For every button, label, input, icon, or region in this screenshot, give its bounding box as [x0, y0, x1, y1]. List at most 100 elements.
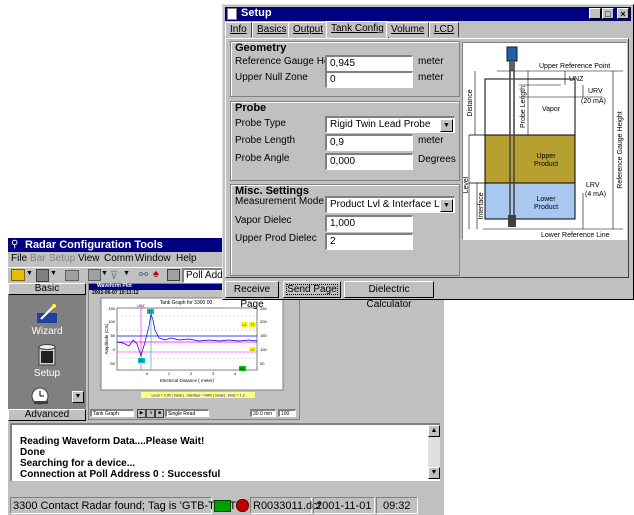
probe-length-label: Probe Length [235, 135, 296, 146]
misc-settings-group: Misc. Settings Measurement Mode Product … [230, 184, 460, 276]
sidebar-advanced-button[interactable]: Advanced [8, 409, 86, 421]
status-message: 3300 Contact Radar found; Tag is 'GTB-TE… [13, 500, 239, 512]
save-disk-icon[interactable] [36, 269, 49, 282]
menu-file[interactable]: File [11, 253, 27, 264]
log-panel: Reading Waveform Data....Please Wait! Do… [8, 421, 444, 485]
lower-product-label-2: Product [534, 204, 558, 211]
probe-title: Probe [235, 102, 267, 114]
stop-icon[interactable]: ♠ [153, 268, 159, 280]
maximize-button[interactable]: □ [602, 8, 614, 19]
vapor-label: Vapor [542, 106, 561, 113]
sidebar-item-timer[interactable] [30, 385, 70, 407]
filter-dropdown-icon[interactable]: ▼ [123, 270, 130, 277]
minimize-button[interactable]: _ [589, 8, 601, 19]
probe-group: Probe Probe Type Rigid Twin Lead Probe ▼… [230, 101, 460, 181]
transmitter-head-icon [506, 46, 518, 62]
sidebar-item-setup[interactable]: Setup [22, 343, 72, 383]
open-dropdown-icon[interactable]: ▼ [26, 270, 33, 277]
tab-basics[interactable]: Basics [252, 22, 292, 37]
tank-vapor-zone [484, 78, 576, 136]
marker-t1: T1 [148, 310, 152, 314]
graph-type-select[interactable]: Tank Graph [90, 409, 134, 417]
status-file-panel: R0033011.dcf [250, 497, 321, 514]
tab-info[interactable]: Info [225, 22, 252, 37]
measurement-mode-select[interactable]: Product Lvl & Interface Lvl ▼ [325, 196, 455, 213]
filter-icon[interactable]: ⊽ [110, 269, 118, 282]
monitor-icon[interactable] [88, 269, 101, 281]
plot-status-line: Level = 0.95 ( meter) , Interface = NAN … [151, 394, 244, 398]
lower-reference-line-label: Lower Reference Line [541, 232, 610, 239]
log-line: Reading Waveform Data....Please Wait! [20, 436, 205, 447]
log-scrollbar[interactable]: ▲ ▼ [428, 425, 440, 479]
save-dropdown-icon[interactable]: ▼ [50, 270, 57, 277]
upper-null-zone-field[interactable]: 0 [325, 71, 413, 88]
sidebar: Basic Wizard Setup ▼ Advanced [8, 283, 86, 421]
y-tick-right: 50 [260, 361, 265, 366]
log-scroll-up-button[interactable]: ▲ [428, 425, 440, 437]
play-button[interactable]: ▶ [137, 409, 146, 418]
tank-lower-product-zone [484, 182, 576, 220]
chart-title: Tank Graph for 3300 00 [160, 300, 213, 306]
setup-tabs: Info Basics Output Tank Config Volume LC… [225, 21, 629, 38]
y-tick-right: 150 [260, 333, 267, 338]
log-scroll-down-button[interactable]: ▼ [428, 467, 440, 479]
tab-output[interactable]: Output [288, 22, 329, 37]
close-button[interactable]: × [617, 8, 629, 19]
y-tick-left: 100 [108, 319, 115, 324]
geometry-group: Geometry Reference Gauge Height 0,945 me… [230, 41, 460, 97]
measurement-mode-label: Measurement Mode [235, 196, 324, 207]
setup-cylinder-icon [38, 344, 56, 366]
interval-field[interactable]: 30.0 min [250, 409, 276, 417]
y-tick-left: -50 [109, 361, 116, 366]
upper-prod-dielec-field[interactable]: 2 [325, 233, 413, 250]
measurement-mode-dropdown-icon[interactable]: ▼ [440, 199, 453, 212]
tab-lcd[interactable]: LCD [429, 22, 460, 37]
pause-button[interactable]: ॥ [146, 409, 155, 418]
poll-icon[interactable] [167, 269, 180, 281]
menu-bar[interactable]: Bar [30, 253, 46, 264]
dielectric-calculator-button[interactable]: Dielectric Calculator [344, 281, 434, 310]
probe-type-select[interactable]: Rigid Twin Lead Probe ▼ [325, 116, 455, 133]
menu-comm[interactable]: Comm [104, 253, 133, 264]
status-time: 09:32 [383, 500, 411, 512]
setup-buttons: Receive Page Send Page Dielectric Calcul… [225, 281, 629, 310]
vapor-dielec-field[interactable]: 1,000 [325, 215, 413, 232]
menu-setup[interactable]: Setup [49, 253, 75, 264]
probe-angle-field[interactable]: 0,000 [325, 153, 413, 170]
sidebar-scroll-down-button[interactable]: ▼ [72, 391, 84, 403]
send-page-button[interactable]: Send Page [283, 281, 341, 298]
y-tick-right: 100 [260, 347, 267, 352]
sidebar-item-wizard[interactable]: Wizard [22, 303, 72, 343]
urv-label: URV [588, 88, 603, 95]
tab-volume[interactable]: Volume [386, 22, 430, 37]
upper-null-zone-label: Upper Null Zone [235, 72, 308, 83]
print-icon[interactable] [65, 270, 79, 281]
distance-label: Distance [467, 89, 474, 116]
monitor-dropdown-icon[interactable]: ▼ [101, 270, 108, 277]
probe-length-field[interactable]: 0,9 [325, 134, 413, 151]
menu-window[interactable]: Window [135, 253, 171, 264]
receive-page-button[interactable]: Receive Page [225, 281, 279, 310]
upper-product-label-2: Product [534, 161, 558, 168]
tab-panel: Geometry Reference Gauge Height 0,945 me… [225, 38, 629, 278]
read-mode-select[interactable]: Single Read [165, 409, 209, 417]
probe-type-dropdown-icon[interactable]: ▼ [440, 119, 453, 132]
count-field[interactable]: 100 [278, 409, 296, 417]
menu-view[interactable]: View [78, 253, 100, 264]
setup-title-bar[interactable]: Setup _ □ × [225, 7, 631, 21]
waveform-chart: Tank Graph for 3300 00 150 100 50 0 -50 … [100, 297, 284, 398]
stop-button[interactable]: ■ [155, 409, 164, 418]
marker-l1: L1 [243, 323, 247, 327]
connect-icon[interactable]: ⚯ [139, 268, 148, 281]
sidebar-basic-button[interactable]: Basic [8, 283, 86, 295]
plot-controls: Tank Graph ▶ ॥ ■ Single Read 30.0 min 10… [88, 409, 298, 418]
log-text-area[interactable]: Reading Waveform Data....Please Wait! Do… [10, 423, 440, 481]
open-folder-icon[interactable] [11, 269, 25, 281]
lower-product-label-1: Lower [536, 196, 556, 203]
reference-gauge-height-field[interactable]: 0,945 [325, 55, 413, 72]
menu-help[interactable]: Help [176, 253, 197, 264]
marker-unz: UNZ [137, 304, 145, 308]
probe-angle-unit: Degrees [418, 154, 456, 165]
tab-tank-config[interactable]: Tank Config [326, 21, 389, 38]
reference-gauge-height-label: Reference Gauge Height [617, 111, 624, 188]
